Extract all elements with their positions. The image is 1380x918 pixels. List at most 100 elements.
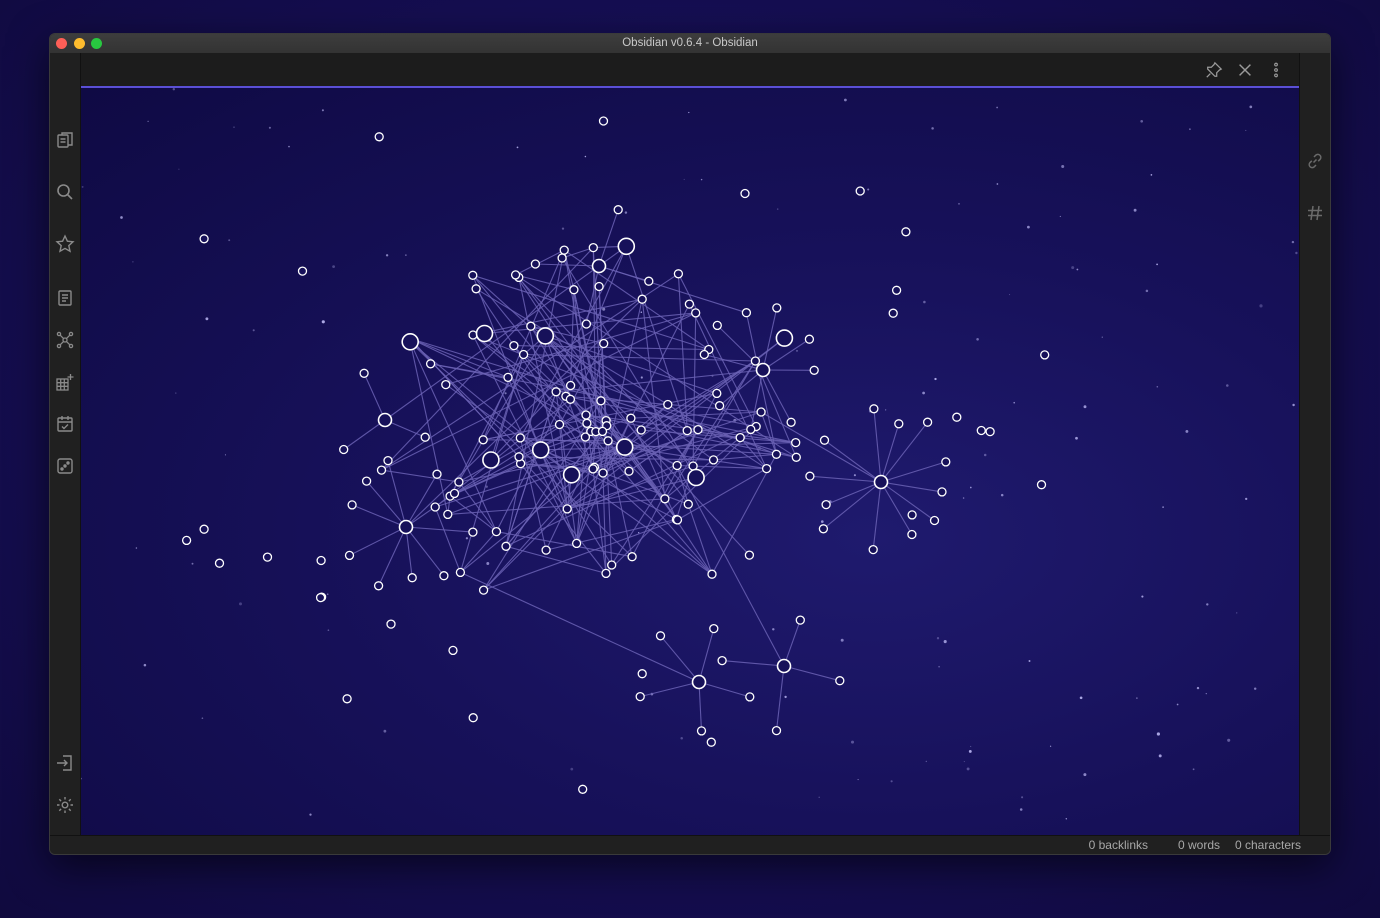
graph-node[interactable] [373,581,384,591]
graph-node[interactable] [672,460,682,471]
graph-node[interactable] [454,477,464,487]
link-icon[interactable] [1304,150,1326,172]
graph-node[interactable] [756,407,766,417]
graph-node[interactable] [740,188,750,199]
graph-node[interactable] [425,359,436,369]
graph-node[interactable] [922,417,933,427]
graph-node[interactable] [569,285,579,295]
graph-node[interactable] [683,499,693,509]
graph-node[interactable] [347,500,357,510]
graph-node[interactable] [1040,350,1050,360]
graph-node[interactable] [855,186,865,196]
graph-node[interactable] [598,116,609,126]
graph-node[interactable] [581,319,592,329]
graph-node[interactable] [819,435,830,445]
graph-node[interactable] [598,468,608,478]
graph-node[interactable] [468,270,478,280]
graph-node[interactable] [383,455,393,466]
graph-node[interactable] [985,426,995,437]
graph-node[interactable] [468,713,478,723]
graph-node[interactable] [501,541,511,551]
graph-node[interactable] [599,338,609,349]
graph-node[interactable] [699,349,709,360]
graph-node[interactable] [374,132,384,142]
graph-node[interactable] [707,569,717,579]
graph-node[interactable] [745,692,755,702]
graph-node[interactable] [771,449,782,459]
graph-node[interactable] [1036,480,1047,490]
graph-node[interactable] [591,258,607,274]
graph-node[interactable] [339,444,349,455]
graph-node[interactable] [712,320,722,331]
graph-node[interactable] [907,529,917,540]
graph-node[interactable] [791,452,801,462]
files-icon[interactable] [54,129,76,151]
graph-node[interactable] [929,515,940,526]
graph-node[interactable] [693,424,703,435]
graph-node[interactable] [952,412,962,422]
graph-node[interactable] [515,433,525,443]
graph-node[interactable] [475,324,494,343]
graph-node[interactable] [536,327,555,345]
graph-node[interactable] [468,527,478,537]
graph-node[interactable] [439,571,449,581]
graph-node[interactable] [708,455,719,465]
graph-node[interactable] [430,502,440,512]
graph-node[interactable] [376,465,387,475]
graph-node[interactable] [503,372,513,383]
graph-node[interactable] [636,425,646,435]
backlinks-count[interactable]: 0 backlinks [1089,838,1148,852]
graph-node[interactable] [907,510,917,520]
graph-node[interactable] [455,567,466,578]
calendar-icon[interactable] [54,413,76,435]
graph-node[interactable] [510,270,521,280]
graph-node[interactable] [626,413,636,423]
graph-node[interactable] [673,269,684,279]
graph-node[interactable] [449,488,460,499]
graph-node[interactable] [578,784,588,794]
graph-node[interactable] [551,387,561,397]
graph-node[interactable] [581,410,591,420]
graph-canvas[interactable] [81,88,1299,836]
graph-node[interactable] [786,417,796,427]
graph-node[interactable] [407,573,417,583]
graph-node[interactable] [491,526,502,537]
graph-icon[interactable] [54,329,76,351]
graph-node[interactable] [596,396,606,406]
graph-node[interactable] [804,334,815,344]
title-bar[interactable]: Obsidian v0.6.4 - Obsidian [50,34,1330,54]
graph-node[interactable] [888,308,898,318]
graph-node[interactable] [891,285,902,295]
graph-node[interactable] [761,463,772,474]
graph-node[interactable] [531,441,550,459]
graph-node[interactable] [791,437,801,448]
graph-node[interactable] [809,365,819,375]
graph-node[interactable] [805,471,815,481]
graph-node[interactable] [755,362,771,378]
graph-node[interactable] [687,468,705,487]
graph-node[interactable] [565,380,576,391]
graph-node[interactable] [401,333,420,351]
graph-node[interactable] [741,308,752,318]
graph-node[interactable] [554,419,565,430]
graph-node[interactable] [712,388,722,399]
graph-node[interactable] [361,476,372,486]
graph-node[interactable] [562,504,572,514]
graph-node[interactable] [976,425,986,436]
graph-node[interactable] [901,227,911,237]
graph-node[interactable] [181,535,192,546]
graph-node[interactable] [655,631,666,641]
graph-node[interactable] [432,469,442,479]
graph-node[interactable] [214,558,225,568]
graph-node[interactable] [601,568,611,579]
graph-node[interactable] [637,669,647,679]
graph-node[interactable] [771,725,782,736]
graph-node[interactable] [377,412,393,428]
graph-node[interactable] [526,321,536,331]
graph-node[interactable] [772,303,782,313]
graph-node[interactable] [873,474,889,490]
graph-node[interactable] [199,524,209,534]
graph-node[interactable] [644,276,654,286]
graph-node[interactable] [316,555,326,566]
graph-node[interactable] [684,299,695,309]
